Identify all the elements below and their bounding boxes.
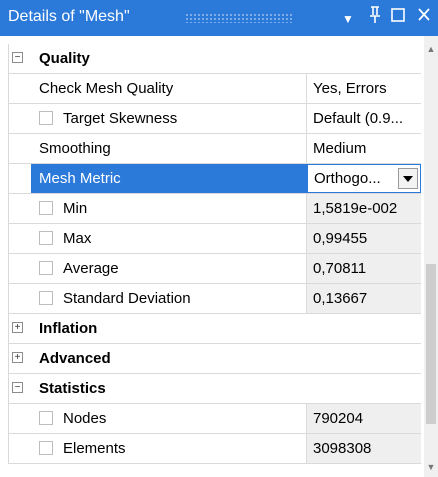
- collapse-icon[interactable]: −: [12, 382, 23, 393]
- property-label: Max: [63, 230, 92, 247]
- property-label-cell: Standard Deviation: [31, 284, 307, 313]
- category-label: Inflation: [39, 320, 98, 337]
- property-label: Mesh Metric: [31, 164, 307, 193]
- property-value: 0,13667: [307, 284, 421, 313]
- dropdown-button[interactable]: [398, 168, 418, 189]
- close-icon[interactable]: [416, 5, 432, 31]
- scroll-down-icon[interactable]: ▼: [424, 457, 438, 477]
- property-label-cell: Elements: [31, 434, 307, 463]
- chevron-down-icon[interactable]: ▼: [342, 7, 354, 31]
- property-label-cell: Average: [31, 254, 307, 283]
- property-label: Nodes: [63, 410, 107, 427]
- details-grid: − Quality Check Mesh Quality Yes, Errors…: [8, 44, 421, 464]
- row-check-mesh-quality[interactable]: Check Mesh Quality Yes, Errors: [9, 74, 421, 104]
- parameter-checkbox[interactable]: [39, 110, 53, 125]
- selected-value: Orthogo...: [314, 170, 381, 187]
- property-label-cell: Target Skewness: [31, 104, 307, 133]
- drag-grip[interactable]: [185, 13, 293, 23]
- pin-icon[interactable]: [368, 5, 382, 31]
- category-inflation[interactable]: + Inflation: [9, 314, 421, 344]
- mesh-metric-select[interactable]: Orthogo...: [307, 164, 421, 193]
- property-label-cell: Max: [31, 224, 307, 253]
- property-value[interactable]: Yes, Errors: [307, 74, 421, 103]
- property-label-cell: Nodes: [31, 404, 307, 433]
- category-advanced[interactable]: + Advanced: [9, 344, 421, 374]
- row-target-skewness[interactable]: Target Skewness Default (0.9...: [9, 104, 421, 134]
- property-value[interactable]: Default (0.9...: [307, 104, 421, 133]
- parameter-checkbox[interactable]: [39, 260, 53, 275]
- property-value: 0,70811: [307, 254, 421, 283]
- parameter-checkbox[interactable]: [39, 200, 53, 215]
- maximize-icon[interactable]: [390, 5, 406, 31]
- vertical-scrollbar[interactable]: ▲ ▼: [424, 36, 438, 477]
- property-value: 3098308: [307, 434, 421, 463]
- collapse-icon[interactable]: −: [12, 52, 23, 63]
- parameter-checkbox[interactable]: [39, 410, 53, 425]
- parameter-checkbox[interactable]: [39, 230, 53, 245]
- row-average[interactable]: Average 0,70811: [9, 254, 421, 284]
- row-smoothing[interactable]: Smoothing Medium: [9, 134, 421, 164]
- category-label: Statistics: [39, 380, 106, 397]
- property-label: Min: [63, 200, 88, 217]
- property-label: Elements: [63, 440, 126, 457]
- category-label: Advanced: [39, 350, 111, 367]
- category-quality[interactable]: − Quality: [9, 44, 421, 74]
- property-label: Smoothing: [31, 134, 307, 163]
- panel-title: Details of "Mesh": [8, 8, 130, 25]
- category-statistics[interactable]: − Statistics: [9, 374, 421, 404]
- scroll-thumb[interactable]: [426, 264, 436, 424]
- scroll-up-icon[interactable]: ▲: [424, 36, 438, 62]
- row-min[interactable]: Min 1,5819e-002: [9, 194, 421, 224]
- category-label: Quality: [39, 50, 90, 67]
- expand-icon[interactable]: +: [12, 352, 23, 363]
- row-max[interactable]: Max 0,99455: [9, 224, 421, 254]
- parameter-checkbox[interactable]: [39, 290, 53, 305]
- property-value: 790204: [307, 404, 421, 433]
- property-label: Average: [63, 260, 119, 277]
- property-value: 1,5819e-002: [307, 194, 421, 223]
- row-nodes[interactable]: Nodes 790204: [9, 404, 421, 434]
- property-label: Standard Deviation: [63, 290, 191, 307]
- row-mesh-metric[interactable]: Mesh Metric Orthogo...: [9, 164, 421, 194]
- property-value[interactable]: Medium: [307, 134, 421, 163]
- row-standard-deviation[interactable]: Standard Deviation 0,13667: [9, 284, 421, 314]
- property-value: 0,99455: [307, 224, 421, 253]
- parameter-checkbox[interactable]: [39, 440, 53, 455]
- property-label: Target Skewness: [63, 110, 178, 127]
- expand-icon[interactable]: +: [12, 322, 23, 333]
- panel-titlebar: Details of "Mesh" ▼: [0, 0, 438, 36]
- row-elements[interactable]: Elements 3098308: [9, 434, 421, 464]
- property-label: Check Mesh Quality: [31, 74, 307, 103]
- property-label-cell: Min: [31, 194, 307, 223]
- chevron-down-icon: [403, 176, 413, 182]
